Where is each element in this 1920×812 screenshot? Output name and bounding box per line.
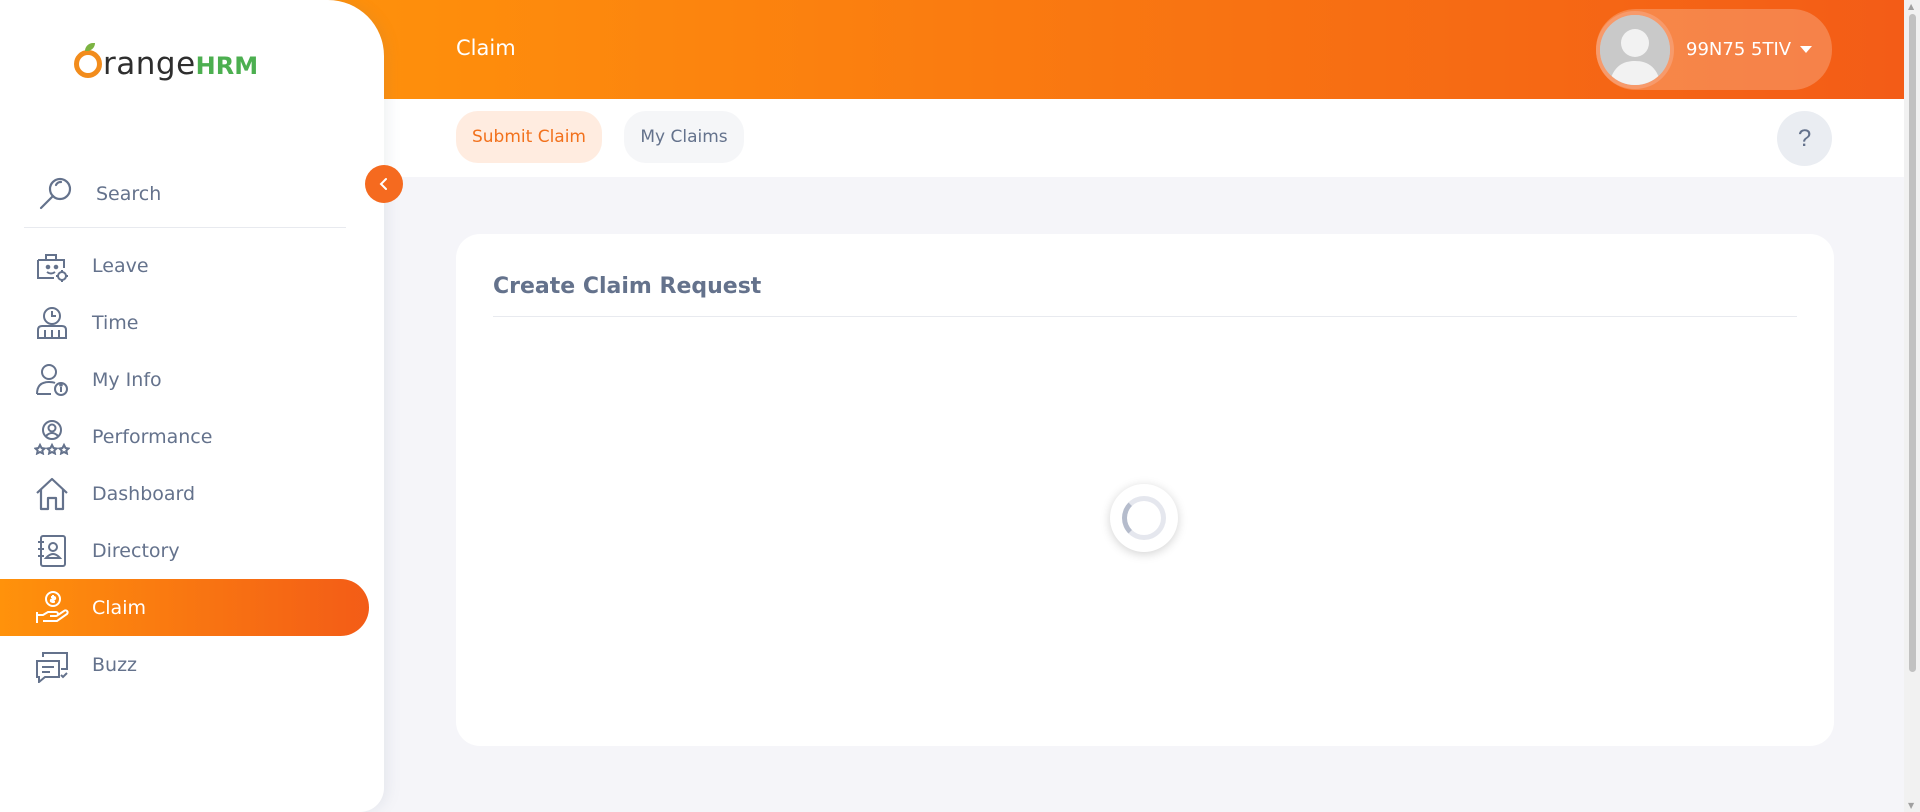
- sidebar: rangeHRM L: [0, 0, 384, 812]
- sidebar-item-my-info[interactable]: My Info: [0, 351, 370, 408]
- sidebar-item-time[interactable]: Time: [0, 294, 370, 351]
- sidebar-item-claim[interactable]: Claim: [0, 579, 369, 636]
- sidebar-item-performance[interactable]: Performance: [0, 408, 370, 465]
- sidebar-item-leave[interactable]: Leave: [0, 237, 370, 294]
- spinner-ring-icon: [1122, 496, 1166, 540]
- performance-icon: [32, 417, 72, 457]
- user-dropdown[interactable]: 99N75 5TIV: [1596, 9, 1832, 90]
- sidebar-item-directory[interactable]: Directory: [0, 522, 370, 579]
- sidebar-search: [24, 160, 346, 228]
- create-claim-card: Create Claim Request: [456, 234, 1834, 746]
- help-button[interactable]: ?: [1777, 111, 1832, 166]
- sub-navigation: Submit Claim My Claims ?: [384, 99, 1904, 177]
- avatar: [1596, 10, 1674, 89]
- divider: [493, 316, 1797, 317]
- buzz-icon: [32, 645, 72, 685]
- time-icon: [32, 303, 72, 343]
- page-title: Claim: [456, 36, 516, 60]
- caret-down-icon: [1799, 40, 1813, 59]
- collapse-sidebar-button[interactable]: [365, 165, 403, 203]
- user-silhouette-icon: [1600, 14, 1670, 85]
- dashboard-icon: [32, 474, 72, 514]
- orangehrm-logo: range HRM: [74, 43, 258, 82]
- directory-icon: [32, 531, 72, 571]
- scrollbar-thumb[interactable]: [1909, 14, 1916, 672]
- top-header: Claim 99N75 5TIV: [300, 0, 1904, 99]
- scroll-up-arrow-icon[interactable]: ▲: [1908, 2, 1914, 11]
- leave-icon: [32, 246, 72, 286]
- chevron-left-icon: [379, 178, 387, 190]
- claim-icon: [32, 588, 72, 628]
- card-title: Create Claim Request: [493, 274, 762, 299]
- page-scrollbar[interactable]: ▲ ▼: [1904, 0, 1920, 812]
- orange-logo-mark-icon: [74, 43, 102, 78]
- search-input[interactable]: [96, 182, 316, 205]
- sidebar-nav: Leave Time My Info Performance Dashboard…: [0, 237, 370, 693]
- tab-my-claims[interactable]: My Claims: [624, 111, 744, 163]
- my-info-icon: [32, 360, 72, 400]
- sidebar-item-dashboard[interactable]: Dashboard: [0, 465, 370, 522]
- sidebar-item-buzz[interactable]: Buzz: [0, 636, 370, 693]
- tab-submit-claim[interactable]: Submit Claim: [456, 111, 602, 163]
- scroll-down-arrow-icon[interactable]: ▼: [1908, 801, 1914, 810]
- user-name: 99N75 5TIV: [1686, 39, 1792, 60]
- search-icon: [28, 166, 84, 222]
- loading-spinner: [1110, 484, 1178, 552]
